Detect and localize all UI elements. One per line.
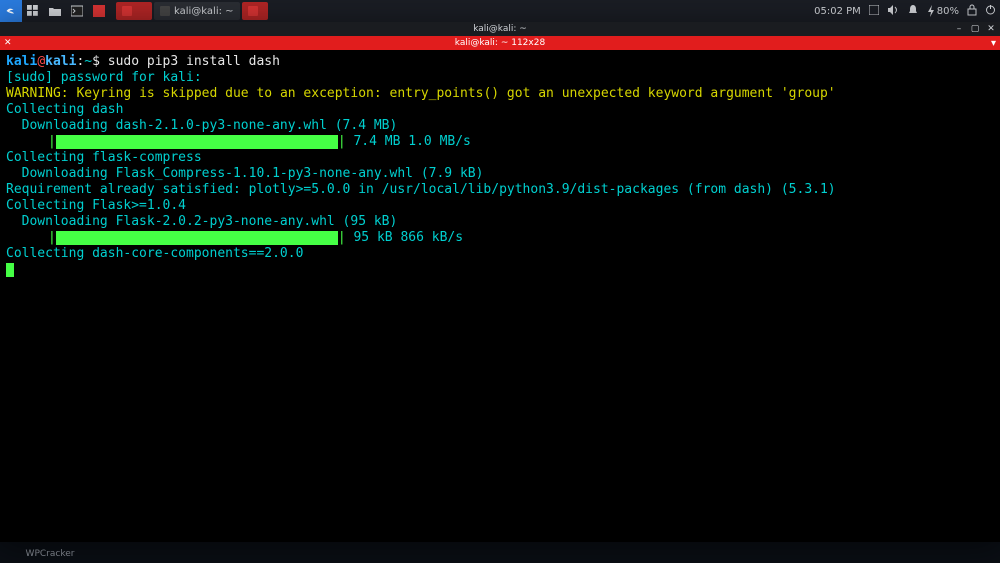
task-item[interactable] (242, 2, 268, 20)
lock-button[interactable] (967, 4, 977, 19)
terminal-window: kali@kali: ~ – ▢ ✕ ✕ kali@kali: ~ 112x28… (0, 22, 1000, 542)
files-button[interactable] (44, 0, 66, 22)
battery-indicator[interactable]: 80% (927, 5, 959, 17)
task-item[interactable]: kali@kali: ~ (154, 2, 240, 20)
maximize-button[interactable]: ▢ (970, 24, 980, 34)
speaker-icon (887, 4, 899, 16)
task-item[interactable] (116, 2, 152, 20)
terminal-icon (71, 5, 83, 17)
task-label: kali@kali: ~ (174, 6, 234, 17)
volume-button[interactable] (887, 4, 899, 19)
tab-close-button[interactable]: ✕ (4, 38, 12, 48)
tab-add-button[interactable]: ▾ (991, 38, 996, 49)
workspace-switcher[interactable] (869, 5, 879, 18)
bell-icon (907, 4, 919, 16)
app-icon (93, 5, 105, 17)
window-icon (122, 6, 132, 16)
app1-button[interactable] (22, 0, 44, 22)
terminal-cursor (6, 263, 14, 277)
notifications-button[interactable] (907, 4, 919, 19)
window-title: kali@kali: ~ (473, 24, 527, 34)
terminal-button[interactable] (66, 0, 88, 22)
kali-menu-button[interactable] (0, 0, 22, 22)
window-titlebar[interactable]: kali@kali: ~ – ▢ ✕ (0, 22, 1000, 36)
folder-icon (49, 5, 61, 17)
window-icon (248, 6, 258, 16)
task-list: kali@kali: ~ (116, 2, 268, 20)
boxes-icon (27, 5, 39, 17)
dragon-icon (5, 5, 17, 17)
power-icon (985, 4, 996, 15)
top-taskbar: kali@kali: ~ 05:02 PM 80% (0, 0, 1000, 22)
tab-title: kali@kali: ~ 112x28 (455, 38, 545, 48)
workspace-icon (869, 5, 879, 15)
close-button[interactable]: ✕ (986, 24, 996, 34)
window-icon (160, 6, 170, 16)
power-button[interactable] (985, 4, 996, 18)
minimize-button[interactable]: – (954, 24, 964, 34)
app2-button[interactable] (88, 0, 110, 22)
terminal-body[interactable]: kali@kali:~$ sudo pip3 install dash[sudo… (0, 50, 1000, 542)
lock-icon (967, 4, 977, 16)
battery-pct: 80% (937, 6, 959, 17)
terminal-tabbar: ✕ kali@kali: ~ 112x28 ▾ (0, 36, 1000, 50)
clock: 05:02 PM (814, 6, 861, 17)
bolt-icon (927, 5, 935, 17)
